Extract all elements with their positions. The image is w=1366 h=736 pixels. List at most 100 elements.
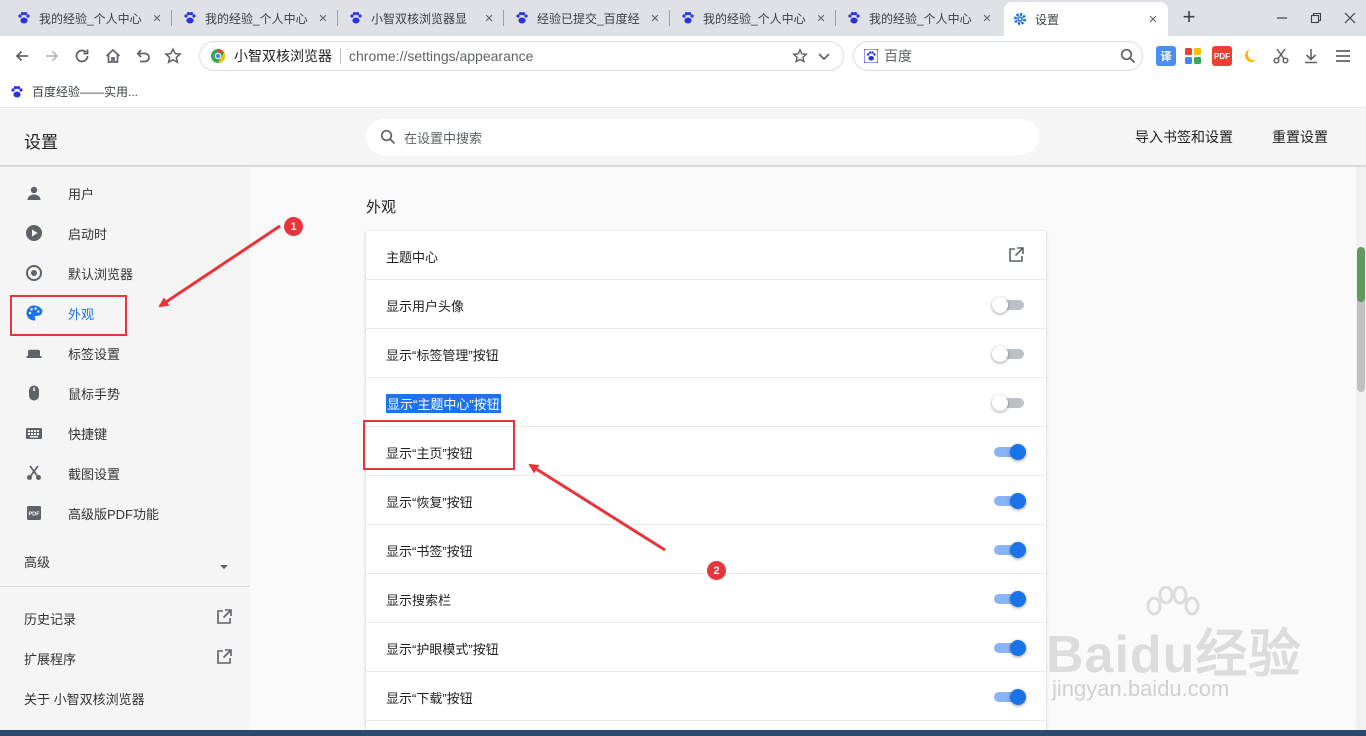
tab-label: 经验已提交_百度经 [537, 11, 640, 26]
bookmark-item[interactable]: 百度经验——实用... [10, 83, 138, 100]
translate-extension-icon[interactable]: 译 [1156, 46, 1176, 66]
annotation-badge-2: 2 [707, 561, 726, 580]
annotation-box-appearance [10, 295, 127, 336]
tab[interactable]: 我的经验_个人中心 × [672, 4, 836, 32]
close-icon[interactable]: × [1146, 11, 1160, 28]
tab[interactable]: 我的经验_个人中心 × [838, 4, 1002, 32]
url-text[interactable]: chrome://settings/appearance [349, 48, 533, 64]
toggle-switch[interactable] [992, 687, 1026, 707]
bookmark-bar: 百度经验——实用... [0, 76, 1366, 108]
divider [340, 48, 341, 64]
row-label: 显示搜索栏 [386, 593, 452, 608]
toggle-switch[interactable] [992, 589, 1026, 609]
divider [0, 586, 250, 587]
scissors-icon [24, 463, 44, 483]
scissors-icon[interactable] [1271, 46, 1291, 66]
toggle-switch[interactable] [992, 540, 1026, 560]
row-label: 显示“主题中心”按钮 [386, 394, 501, 413]
import-bookmarks-link[interactable]: 导入书签和设置 [1135, 127, 1233, 147]
close-icon[interactable]: × [980, 10, 994, 27]
annotation-box-home-button [363, 420, 515, 470]
tab-separator [171, 10, 172, 26]
moon-eye-care-icon[interactable] [1241, 46, 1261, 66]
baidu-jingyan-watermark: Baidu经验 jingyan.baidu.com [1046, 586, 1346, 708]
sidebar-item-tabs[interactable]: 标签设置 [0, 333, 250, 373]
sidebar-item-pdf[interactable]: PDF 高级版PDF功能 [0, 493, 250, 533]
star-icon[interactable] [791, 48, 809, 67]
sidebar-item-about[interactable]: 关于 小智双核浏览器 [0, 680, 250, 716]
browser-name: 小智双核浏览器 [234, 48, 332, 64]
sidebar-item-history[interactable]: 历史记录 [0, 600, 250, 636]
restore-closed-button[interactable] [131, 44, 155, 68]
close-icon[interactable]: × [482, 10, 496, 27]
os-taskbar [0, 730, 1366, 736]
apps-extension-icon[interactable] [1183, 46, 1203, 66]
tab-label: 我的经验_个人中心 [869, 11, 972, 26]
tab[interactable]: 我的经验_个人中心 × [8, 4, 172, 32]
tab[interactable]: 经验已提交_百度经 × [506, 4, 670, 32]
chevron-down-icon[interactable] [817, 48, 831, 67]
forward-button[interactable] [40, 44, 64, 68]
tab-label: 设置 [1035, 12, 1060, 27]
baidu-paw-icon [514, 10, 530, 26]
settings-row-theme-center[interactable]: 主题中心 [366, 231, 1046, 280]
row-label: 显示用户头像 [386, 299, 465, 314]
menu-icon[interactable] [1333, 46, 1353, 66]
bookmark-star-button[interactable] [161, 44, 185, 68]
close-icon[interactable]: × [316, 10, 330, 27]
browser-logo-icon [210, 48, 226, 64]
sidebar-item-label: 高级 [24, 554, 51, 570]
reset-settings-link[interactable]: 重置设置 [1272, 127, 1328, 147]
close-icon[interactable]: × [814, 10, 828, 27]
home-button[interactable] [101, 44, 125, 68]
toggle-switch[interactable] [992, 393, 1026, 413]
sidebar-item-label: 启动时 [68, 226, 108, 242]
settings-row-search-bar: 显示搜索栏 [366, 574, 1046, 623]
sidebar-item-screenshot[interactable]: 截图设置 [0, 453, 250, 493]
sidebar-item-default-browser[interactable]: 默认浏览器 [0, 253, 250, 293]
close-icon[interactable]: × [648, 10, 662, 27]
toggle-switch[interactable] [992, 442, 1026, 462]
tab-separator [337, 10, 338, 26]
toggle-knob [1010, 493, 1026, 509]
address-bar[interactable]: 小智双核浏览器 chrome://settings/appearance [199, 41, 844, 71]
sidebar-item-label: 快捷键 [68, 426, 108, 442]
pdf-extension-icon[interactable]: PDF [1212, 46, 1232, 66]
toggle-switch[interactable] [992, 295, 1026, 315]
tab[interactable]: 我的经验_个人中心 × [174, 4, 338, 32]
download-icon[interactable] [1301, 46, 1321, 66]
page-scrollbar[interactable] [1356, 167, 1366, 736]
sidebar-item-user[interactable]: 用户 [0, 173, 250, 213]
sidebar-item-label: 用户 [68, 186, 95, 202]
sidebar-item-shortcuts[interactable]: 快捷键 [0, 413, 250, 453]
sidebar-item-mouse-gesture[interactable]: 鼠标手势 [0, 373, 250, 413]
settings-row-eye-care-button: 显示“护眼模式”按钮 [366, 623, 1046, 672]
back-button[interactable] [10, 44, 34, 68]
external-link-icon[interactable] [1007, 246, 1025, 267]
sidebar-item-startup[interactable]: 启动时 [0, 213, 250, 253]
gear-icon [1012, 11, 1028, 27]
sidebar-advanced-toggle[interactable]: 高级 [0, 543, 250, 579]
tab[interactable]: 小智双核浏览器显 × [340, 4, 504, 32]
search-icon[interactable] [1120, 48, 1136, 67]
toggle-switch[interactable] [992, 491, 1026, 511]
row-label: 显示“书签”按钮 [386, 544, 473, 559]
toggle-switch[interactable] [992, 638, 1026, 658]
new-tab-button[interactable]: + [1176, 6, 1202, 30]
settings-search-input[interactable]: 在设置中搜索 [366, 119, 1039, 155]
toggle-switch[interactable] [992, 344, 1026, 364]
reload-button[interactable] [70, 44, 94, 68]
close-window-button[interactable] [1330, 4, 1366, 32]
tab-settings[interactable]: 设置 × [1004, 2, 1168, 36]
settings-row-restore-button: 显示“恢复”按钮 [366, 476, 1046, 525]
search-bar[interactable]: 百度 [853, 41, 1143, 71]
sidebar-item-extensions[interactable]: 扩展程序 [0, 640, 250, 676]
close-icon[interactable]: × [150, 10, 164, 27]
toggle-knob [992, 346, 1008, 362]
settings-row-tab-manager: 显示“标签管理”按钮 [366, 329, 1046, 378]
toggle-knob [1010, 542, 1026, 558]
sidebar-item-label: 关于 小智双核浏览器 [24, 691, 145, 707]
row-label: 显示“恢复”按钮 [386, 495, 473, 510]
baidu-paw-icon [16, 10, 32, 26]
baidu-paw-icon [680, 10, 696, 26]
